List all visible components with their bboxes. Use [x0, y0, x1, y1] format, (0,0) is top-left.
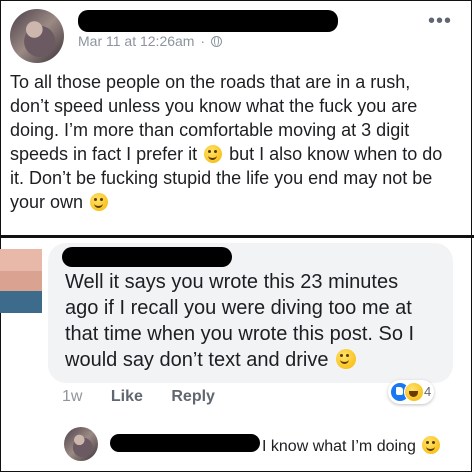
post-line-with-emoji: your own	[10, 190, 465, 214]
like-button[interactable]: Like	[111, 388, 143, 405]
comment-line-with-emoji: would say don’t text and drive	[65, 347, 465, 373]
commenter-name-redacted	[62, 247, 232, 267]
reply-avatar[interactable]	[64, 427, 98, 461]
wink-emoji-icon	[90, 193, 109, 211]
reaction-count: 4	[424, 384, 432, 399]
wink-emoji-icon	[336, 349, 357, 369]
comment-body: Well it says you wrote this 23 minutes a…	[65, 269, 465, 373]
post-timestamp[interactable]: Mar 11 at 12:26am	[78, 33, 194, 49]
post-line: don’t speed unless you know what the fuc…	[10, 96, 418, 116]
haha-reaction-icon	[404, 382, 424, 402]
commenter-avatar-pixelated[interactable]	[0, 249, 42, 313]
wink-emoji-icon	[204, 145, 223, 163]
comment-time[interactable]: 1w	[62, 388, 82, 405]
reply-text: I know what I’m doing	[262, 438, 416, 455]
comment-actions: 1w Like Reply	[62, 388, 239, 406]
timestamp-separator: ·	[200, 33, 206, 49]
section-divider	[0, 235, 474, 238]
comment-line: that time when you wrote this post. So I	[65, 323, 415, 345]
poster-avatar[interactable]	[10, 9, 64, 63]
reaction-summary[interactable]: 4	[388, 380, 434, 404]
reply-button[interactable]: Reply	[171, 388, 215, 405]
post-line: it. Don’t be fucking stupid the life you…	[10, 168, 433, 188]
post-timestamp-row[interactable]: Mar 11 at 12:26am ·	[78, 33, 222, 49]
post-line: To all those people on the roads that ar…	[10, 72, 411, 92]
comment-line: Well it says you wrote this 23 minutes	[65, 271, 399, 293]
post-line: doing. I’m more than comfortable moving …	[10, 120, 410, 140]
comment-line: ago if I recall you were diving too me a…	[65, 297, 412, 319]
post-line-with-emoji: speeds in fact I prefer it but I also kn…	[10, 144, 443, 164]
reply-body: I know what I’m doing	[262, 436, 442, 456]
post-body: To all those people on the roads that ar…	[10, 70, 465, 214]
reply-name-redacted	[110, 434, 260, 452]
poster-name-redacted	[78, 10, 338, 32]
globe-icon	[210, 36, 222, 47]
more-options-icon[interactable]: •••	[428, 10, 452, 33]
wink-emoji-icon	[422, 436, 441, 454]
